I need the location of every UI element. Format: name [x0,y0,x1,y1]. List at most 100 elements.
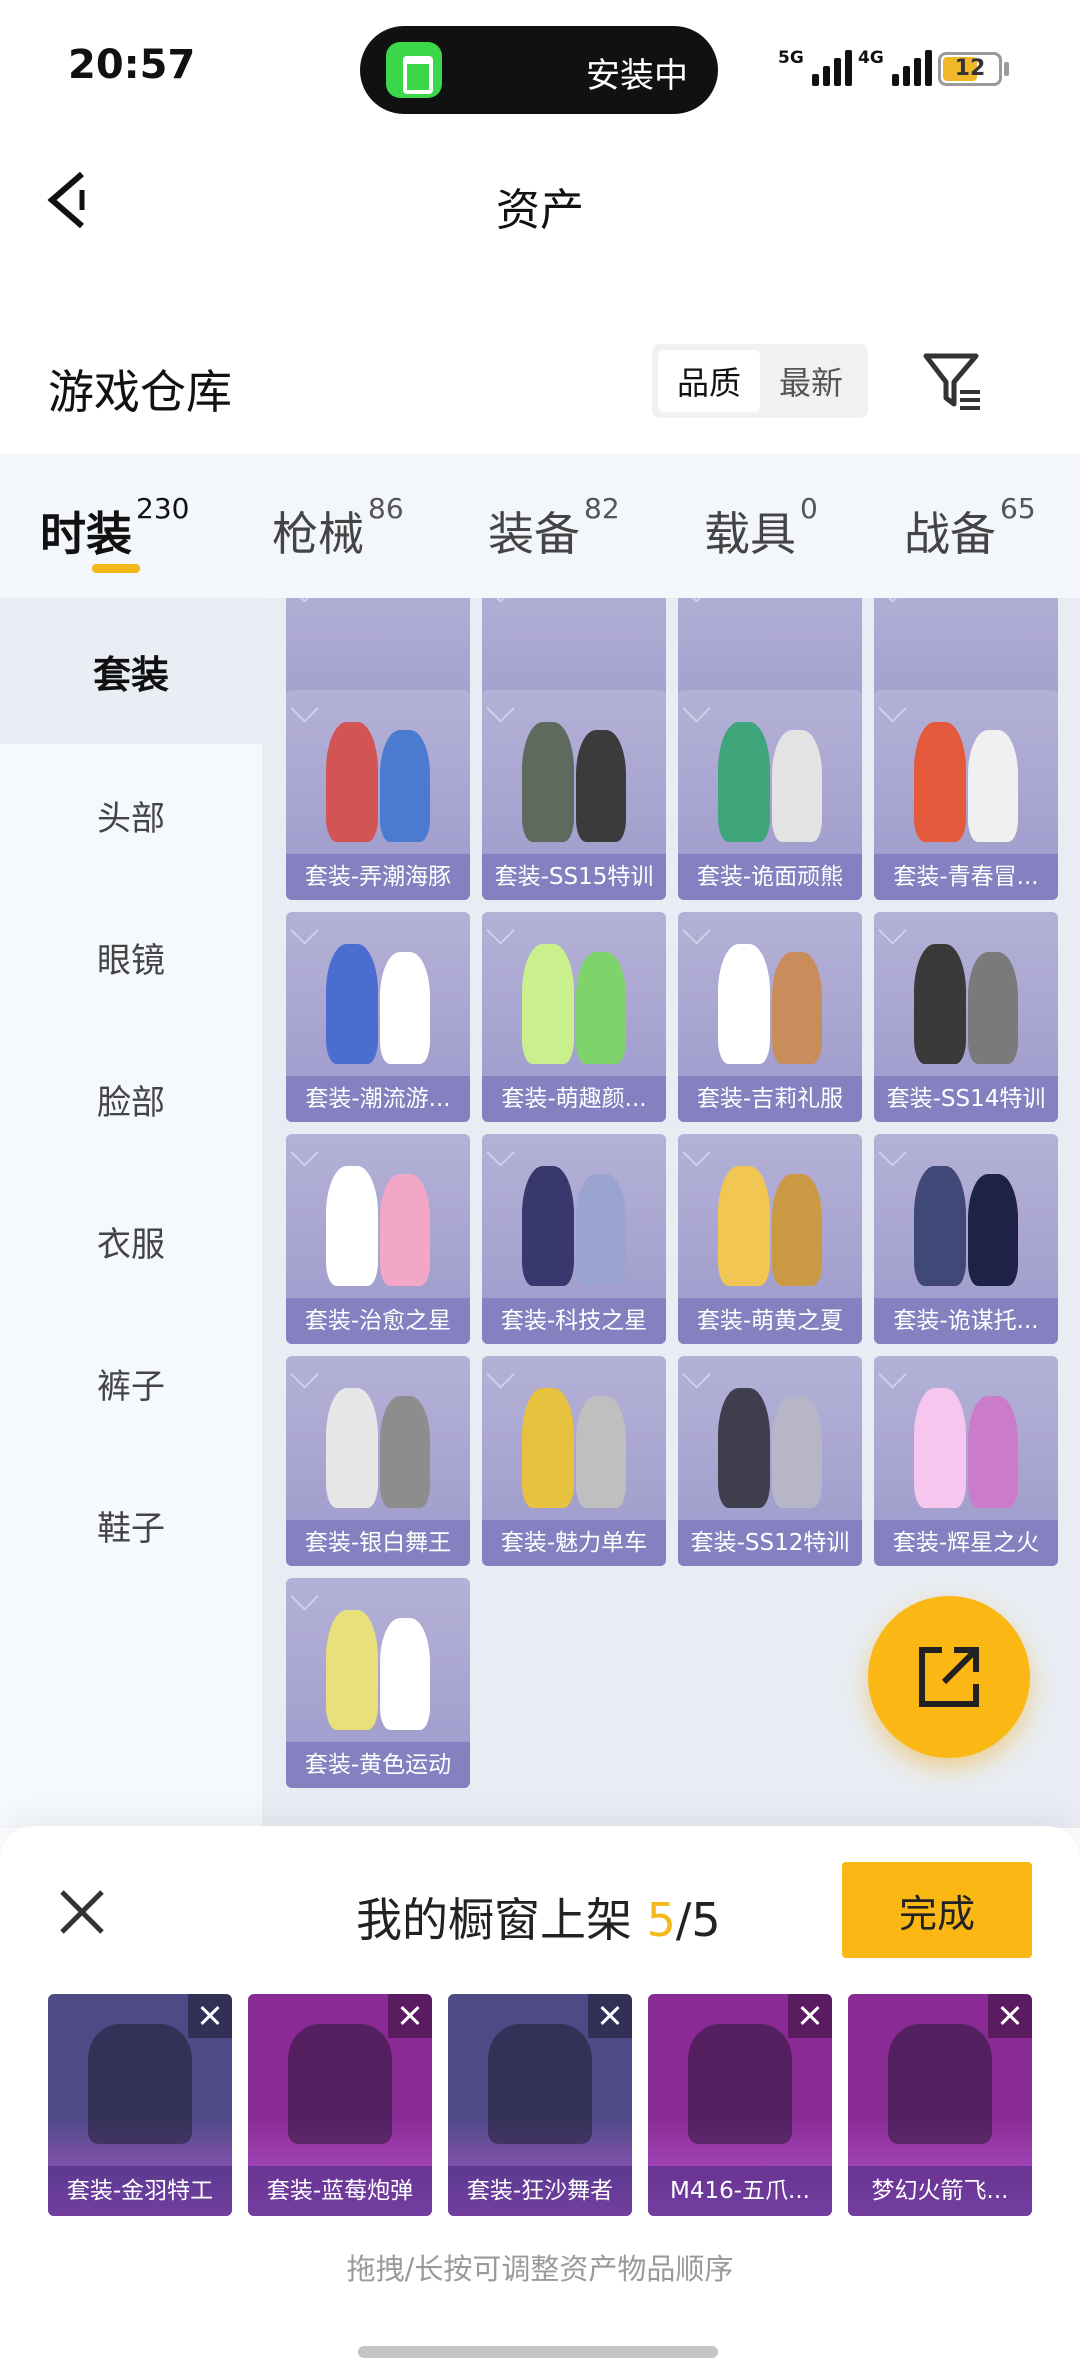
showcase-item-image [488,2024,592,2144]
tab-active-indicator [92,564,140,573]
showcase-sheet: 我的橱窗上架 5/5 完成 套装-金羽特工 套装-蓝莓炮弹 套装-狂沙舞者 M416-… [0,1826,1080,2377]
battery-icon: 12 [938,52,1002,86]
tab-vehicles[interactable]: 载具 0 [704,492,818,564]
grid-item-label: 套装-弄潮海豚 [286,854,470,900]
install-status: 安装中 [586,56,688,96]
outfit-image [316,1604,440,1734]
share-button[interactable] [868,1596,1030,1758]
showcase-item-image [288,2024,392,2144]
sort-quality-button[interactable]: 品质 [658,350,760,412]
grid-item-card[interactable]: 套装-SS14特训 [874,912,1058,1122]
filter-button[interactable] [920,348,986,414]
grid-item-label: 套装-SS12特训 [678,1520,862,1566]
outfit-image [512,1382,636,1512]
remove-item-icon[interactable] [788,1994,832,2038]
sidebar-item-clothes[interactable]: 衣服 [0,1170,262,1312]
grid-item-label: 套装-治愈之星 [286,1298,470,1344]
showcase-item-label: 套装-金羽特工 [48,2166,232,2216]
grid-item-label: 套装-吉莉礼服 [678,1076,862,1122]
share-icon [919,1647,979,1707]
showcase-item-label: 套装-狂沙舞者 [448,2166,632,2216]
tab-supplies[interactable]: 战备 65 [904,492,1036,564]
grid-item-card[interactable]: 套装-弄潮海豚 [286,690,470,900]
grid-item-card[interactable]: 套装-银白舞王 [286,1356,470,1566]
dynamic-island[interactable]: 安装中 [360,26,718,114]
grid-item-card[interactable]: 套装-SS15特训 [482,690,666,900]
sidebar-item-shoes[interactable]: 鞋子 [0,1454,262,1596]
grid-item-label: 套装-科技之星 [482,1298,666,1344]
remove-item-icon[interactable] [188,1994,232,2038]
sort-newest-button[interactable]: 最新 [760,350,862,412]
sidebar-item-suits[interactable]: 套装 [0,598,262,744]
grid-item-label: 套装-萌趣颜... [482,1076,666,1122]
remove-item-icon[interactable] [388,1994,432,2038]
app-store-icon [386,42,442,98]
outfit-image [904,1382,1028,1512]
outfit-image [316,938,440,1068]
showcase-item[interactable]: M416-五爪... [648,1994,832,2216]
sidebar: 套装 头部 眼镜 脸部 衣服 裤子 鞋子 [0,598,262,1828]
showcase-item[interactable]: 套装-狂沙舞者 [448,1994,632,2216]
grid-item-card[interactable]: 套装-魅力单车 [482,1356,666,1566]
battery-level: 12 [954,56,986,81]
showcase-item-image [688,2024,792,2144]
showcase-item-image [88,2024,192,2144]
showcase-item-image [888,2024,992,2144]
showcase-item-label: M416-五爪... [648,2166,832,2216]
grid-item-label: 套装-诡谋托... [874,1298,1058,1344]
grid-item-card[interactable]: 套装-萌黄之夏 [678,1134,862,1344]
grid-item-card[interactable]: 套装-青春冒... [874,690,1058,900]
drag-hint: 拖拽/长按可调整资产物品顺序 [346,2252,734,2286]
grid-item-card[interactable]: 套装-萌趣颜... [482,912,666,1122]
outfit-image [904,1160,1028,1290]
grid-item-label: 套装-萌黄之夏 [678,1298,862,1344]
showcase-item[interactable]: 梦幻火箭飞... [848,1994,1032,2216]
sidebar-item-glasses[interactable]: 眼镜 [0,886,262,1028]
section-title: 游戏仓库 [48,365,232,419]
sort-toggle: 品质 最新 [652,344,868,418]
outfit-image [708,716,832,846]
tab-guns[interactable]: 枪械 86 [272,492,404,564]
outfit-image [512,938,636,1068]
outfit-image [316,1160,440,1290]
showcase-item[interactable]: 套装-蓝莓炮弹 [248,1994,432,2216]
status-bar: 20:57 安装中 5G 4G 12 [0,0,1080,130]
showcase-current-count: 5 [646,1893,676,1947]
grid-item-card[interactable]: 套装-潮流游... [286,912,470,1122]
grid-item-card[interactable]: 套装-治愈之星 [286,1134,470,1344]
grid-item-label: 套装-潮流游... [286,1076,470,1122]
close-button[interactable] [56,1886,108,1938]
outfit-image [512,716,636,846]
outfit-image [316,1382,440,1512]
battery-nub [1004,62,1009,76]
done-button[interactable]: 完成 [842,1862,1032,1958]
grid-item-label: 套装-黄色运动 [286,1742,470,1788]
sidebar-item-face[interactable]: 脸部 [0,1028,262,1170]
close-icon [60,1890,104,1934]
showcase-item-label: 套装-蓝莓炮弹 [248,2166,432,2216]
remove-item-icon[interactable] [588,1994,632,2038]
sidebar-item-pants[interactable]: 裤子 [0,1312,262,1454]
grid-item-label: 套装-SS15特训 [482,854,666,900]
home-indicator[interactable] [358,2346,718,2358]
grid-item-card[interactable]: 套装-诡谋托... [874,1134,1058,1344]
category-tabs: 时装 230 枪械 86 装备 82 载具 0 战备 65 [0,454,1080,598]
tab-equipment[interactable]: 装备 82 [488,492,620,564]
showcase-item[interactable]: 套装-金羽特工 [48,1994,232,2216]
grid-item-card[interactable]: 套装-辉星之火 [874,1356,1058,1566]
showcase-title: 我的橱窗上架 5/5 [356,1893,721,1947]
remove-item-icon[interactable] [988,1994,1032,2038]
grid-item-card[interactable]: 套装-SS12特训 [678,1356,862,1566]
grid-item-card[interactable]: 套装-诡面顽熊 [678,690,862,900]
grid-item-card[interactable]: 套装-吉莉礼服 [678,912,862,1122]
grid-item-label: 套装-青春冒... [874,854,1058,900]
outfit-image [904,716,1028,846]
grid-item-label: 套装-诡面顽熊 [678,854,862,900]
status-time: 20:57 [68,42,196,88]
sidebar-item-head[interactable]: 头部 [0,744,262,886]
grid-item-card[interactable]: 套装-科技之星 [482,1134,666,1344]
grid-item-label: 套装-银白舞王 [286,1520,470,1566]
grid-item-card[interactable]: 套装-黄色运动 [286,1578,470,1788]
tab-fashion[interactable]: 时装 230 [40,492,189,564]
grid-item-label: 套装-魅力单车 [482,1520,666,1566]
